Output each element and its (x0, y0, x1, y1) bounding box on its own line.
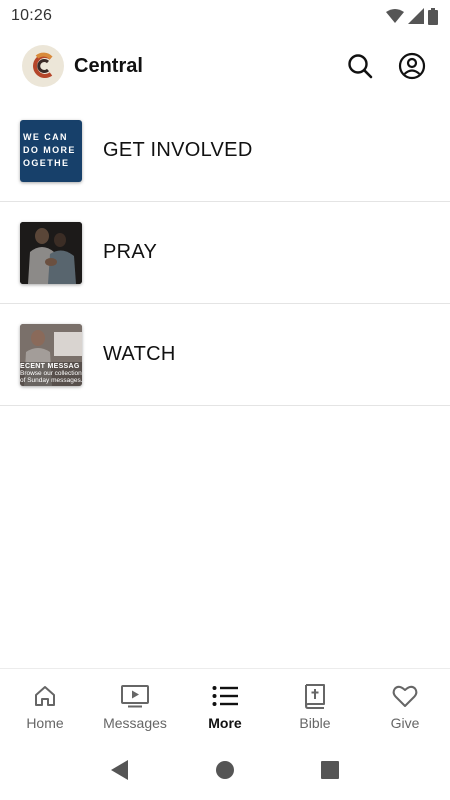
search-button[interactable] (342, 48, 378, 84)
list-item-get-involved[interactable]: WE CAN DO MORE OGETHE GET INVOLVED (0, 100, 450, 202)
nav-more[interactable]: More (180, 669, 270, 744)
battery-icon (428, 7, 438, 25)
thumb-text: ECENT MESSAG (20, 362, 80, 370)
video-icon (121, 685, 149, 708)
list-item-watch[interactable]: ECENT MESSAG Browse our collection of Su… (0, 304, 450, 406)
thumb-text: WE CAN (23, 132, 68, 142)
status-bar: 10:26 (0, 0, 450, 32)
thumb-text: DO MORE (23, 145, 76, 155)
home-system-button[interactable] (215, 760, 235, 785)
thumb-text: Browse our collection (20, 369, 82, 377)
app-title: Central (74, 54, 143, 77)
logo-mark-icon (33, 52, 53, 78)
search-icon (348, 54, 373, 79)
list-item-label: GET INVOLVED (103, 139, 253, 161)
app-header: Central (0, 38, 450, 94)
profile-button[interactable] (394, 48, 430, 84)
nav-label: Bible (299, 715, 331, 731)
church-logo[interactable] (22, 45, 64, 87)
signal-icon (408, 8, 424, 24)
thumb-text: of Sunday messages. (20, 376, 82, 384)
list-item-label: PRAY (103, 241, 158, 263)
nav-home[interactable]: Home (0, 669, 90, 744)
pray-thumbnail (20, 221, 82, 284)
bottom-nav: Home Messages More Bible Give (0, 668, 450, 744)
pray-photo (20, 221, 82, 284)
home-icon (35, 686, 55, 706)
back-button[interactable] (110, 759, 130, 786)
nav-give[interactable]: Give (360, 669, 450, 744)
nav-label: Home (26, 715, 64, 731)
back-triangle-icon (111, 759, 129, 780)
get-involved-thumbnail: WE CAN DO MORE OGETHE (20, 119, 82, 182)
wifi-icon (386, 9, 404, 23)
system-nav-bar (0, 744, 450, 800)
heart-icon (392, 685, 418, 707)
status-icons (386, 7, 438, 25)
bible-icon (305, 684, 325, 709)
home-circle-icon (215, 760, 234, 779)
recents-square-icon (320, 760, 339, 779)
list-item-pray[interactable]: PRAY (0, 202, 450, 304)
nav-label: Give (390, 715, 420, 731)
status-time: 10:26 (11, 7, 53, 24)
watch-thumb-caption: ECENT MESSAG Browse our collection of Su… (20, 363, 82, 384)
nav-label: More (208, 715, 242, 731)
account-circle-icon (398, 52, 426, 80)
nav-messages[interactable]: Messages (90, 669, 180, 744)
nav-label: Messages (103, 715, 167, 731)
recents-button[interactable] (320, 760, 340, 785)
list-item-label: WATCH (103, 343, 176, 365)
watch-thumbnail: ECENT MESSAG Browse our collection of Su… (20, 323, 82, 386)
thumb-text: OGETHE (23, 158, 70, 168)
list-icon (212, 686, 238, 706)
more-list: WE CAN DO MORE OGETHE GET INVOLVED PRAY (0, 100, 450, 406)
nav-bible[interactable]: Bible (270, 669, 360, 744)
